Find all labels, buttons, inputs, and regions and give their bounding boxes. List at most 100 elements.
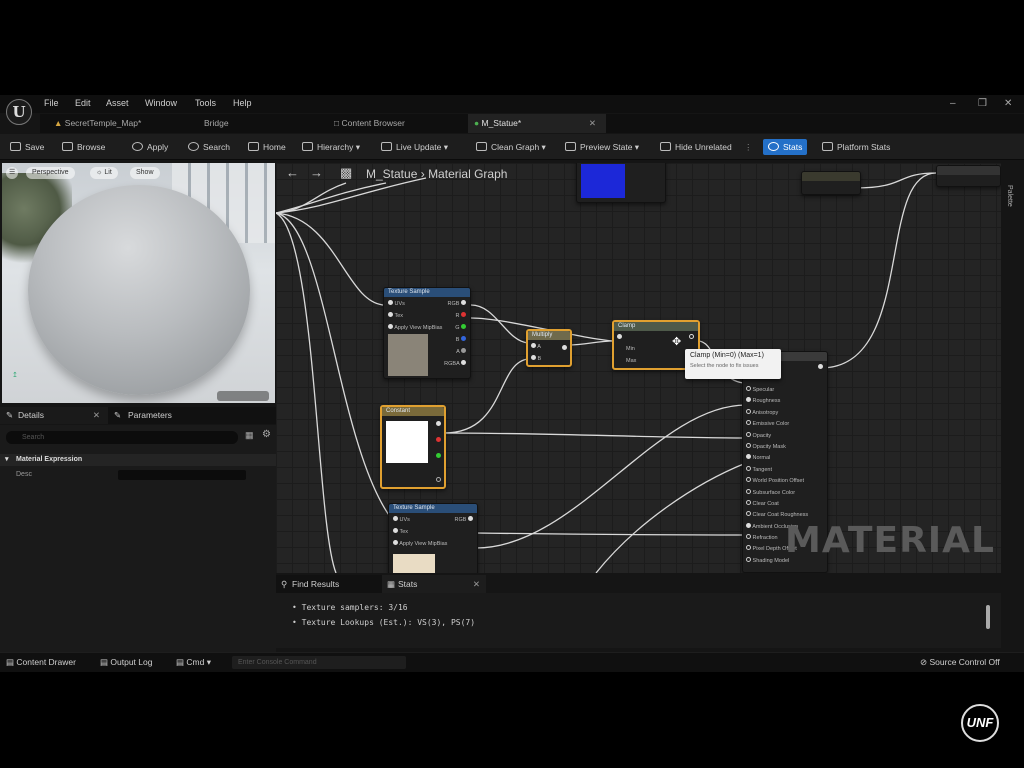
pin-out[interactable] <box>436 437 441 444</box>
pin-r-out[interactable]: R <box>455 312 466 319</box>
apply-button[interactable]: Apply <box>132 139 168 155</box>
pin-out[interactable] <box>436 421 441 428</box>
material-expression-section[interactable]: ▾ Material Expression <box>0 454 276 466</box>
show-button[interactable]: Show <box>130 167 160 179</box>
pin-tex[interactable]: Tex <box>388 312 403 319</box>
breadcrumb-root[interactable]: M_Statue <box>366 167 417 181</box>
menu-asset[interactable]: Asset <box>106 98 129 108</box>
home-button[interactable]: Home <box>248 139 286 155</box>
grid-view-icon[interactable]: ▦ <box>245 430 254 441</box>
desc-property-input[interactable] <box>118 470 246 480</box>
tab-details[interactable]: ✎ Details ✕ <box>0 407 108 424</box>
preview-viewport[interactable]: ☰ Perspective ☼ Lit Show ↥ <box>2 163 275 403</box>
material-graph-canvas[interactable]: ← → ▩ M_Statue › Material Graph Texture … <box>276 163 1001 573</box>
texture-sample-node[interactable]: Texture Sample UVs Tex Apply View MipBia… <box>388 503 478 573</box>
pin-a[interactable]: A <box>531 343 541 350</box>
pin-apply-view-mipbias[interactable]: Apply View MipBias <box>393 540 447 547</box>
perspective-button[interactable]: Perspective <box>26 167 75 179</box>
result-pin[interactable]: Opacity <box>746 431 808 443</box>
result-pin[interactable]: Clear Coat <box>746 499 808 511</box>
close-details-icon[interactable]: ✕ <box>93 407 100 424</box>
pin-min[interactable]: Min <box>626 346 635 352</box>
result-pin[interactable]: Specular <box>746 386 808 397</box>
pin-rgb-out[interactable]: RGB <box>455 516 473 523</box>
result-pin[interactable]: Subsurface Color <box>746 488 808 500</box>
parameter-node[interactable] <box>936 165 1001 187</box>
settings-gear-icon[interactable]: ⚙ <box>262 429 271 440</box>
tab-parameters[interactable]: ✎ Parameters <box>110 407 230 424</box>
result-pin[interactable]: World Position Offset <box>746 477 808 488</box>
preview-shape-buttons[interactable] <box>217 391 269 401</box>
menu-help[interactable]: Help <box>233 98 252 108</box>
tab-stats[interactable]: ▦ Stats ✕ <box>382 575 486 593</box>
close-tab-icon[interactable]: ✕ <box>589 114 596 133</box>
menu-file[interactable]: File <box>44 98 59 108</box>
constant-node[interactable]: Constant <box>380 405 446 489</box>
pin-g-out[interactable]: G <box>455 324 466 331</box>
pin-uvs[interactable]: UVs <box>388 300 405 307</box>
parameter-node[interactable] <box>801 171 861 195</box>
tab-m-statue[interactable]: ● M_Statue* ✕ <box>468 114 606 133</box>
content-drawer-button[interactable]: ▤ Content Drawer <box>6 657 76 668</box>
pin-max[interactable]: Max <box>626 358 636 364</box>
details-search-input[interactable]: Search <box>6 431 238 444</box>
hierarchy-button[interactable]: Hierarchy ▾ <box>302 139 360 155</box>
result-pin[interactable]: Tangent <box>746 465 808 477</box>
search-button[interactable]: Search <box>188 139 230 155</box>
stats-toggle-button[interactable]: Stats <box>763 139 808 155</box>
tab-find-results[interactable]: ⚲ Find Results <box>276 575 380 593</box>
minimize-icon[interactable]: – <box>950 98 956 109</box>
unreal-logo[interactable]: U <box>6 99 32 125</box>
preview-state-button[interactable]: Preview State ▾ <box>565 139 639 155</box>
output-log-button[interactable]: ▤ Output Log <box>100 657 152 668</box>
palette-sidebar[interactable]: Palette <box>1002 163 1020 573</box>
pin-rgba-out[interactable]: RGBA <box>444 360 466 367</box>
menu-window[interactable]: Window <box>145 98 177 108</box>
pin-out[interactable] <box>436 453 441 460</box>
back-arrow-icon[interactable]: ← <box>286 165 299 180</box>
source-control-button[interactable]: ⊘ Source Control Off <box>920 657 1000 668</box>
live-update-button[interactable]: Live Update ▾ <box>381 139 448 155</box>
clean-graph-button[interactable]: Clean Graph ▾ <box>476 139 546 155</box>
hide-unrelated-button[interactable]: Hide Unrelated <box>660 139 732 155</box>
multiply-node[interactable]: Multiply A B <box>526 329 572 367</box>
pin-b[interactable]: B <box>531 355 541 362</box>
graph-grid-icon[interactable]: ▩ <box>340 165 352 181</box>
pin-out[interactable] <box>689 334 694 341</box>
platform-stats-button[interactable]: Platform Stats <box>822 139 890 155</box>
result-pin[interactable]: Roughness <box>746 397 808 408</box>
pin-uvs[interactable]: UVs <box>393 516 410 523</box>
console-command-input[interactable]: Enter Console Command <box>232 656 406 669</box>
result-pin[interactable]: Emissive Color <box>746 420 808 431</box>
menu-tools[interactable]: Tools <box>195 98 216 108</box>
pin-a-out[interactable]: A <box>456 348 466 355</box>
result-pin[interactable]: Anisotropy <box>746 408 808 420</box>
pin-input[interactable] <box>617 334 622 341</box>
pin-rgb-out[interactable]: RGB <box>448 300 466 307</box>
menu-edit[interactable]: Edit <box>75 98 91 108</box>
cmd-dropdown[interactable]: ▤ Cmd ▾ <box>176 657 211 668</box>
pin-out[interactable] <box>818 364 823 371</box>
close-window-icon[interactable]: ✕ <box>1004 98 1012 109</box>
pin-apply-view-mipbias[interactable]: Apply View MipBias <box>388 324 442 331</box>
maximize-icon[interactable]: ❒ <box>978 98 987 109</box>
color-preview-node[interactable] <box>576 163 666 203</box>
texture-sample-node[interactable]: Texture Sample UVs Tex Apply View MipBia… <box>383 287 471 379</box>
pin-out[interactable] <box>436 477 441 484</box>
breadcrumb-current[interactable]: Material Graph <box>428 167 507 181</box>
close-stats-icon[interactable]: ✕ <box>473 575 480 593</box>
pin-out[interactable] <box>562 345 567 352</box>
pin-tex[interactable]: Tex <box>393 528 408 535</box>
stats-scrollbar[interactable] <box>986 605 990 629</box>
forward-arrow-icon[interactable]: → <box>310 165 323 180</box>
tab-secret-temple-map[interactable]: ▲ SecretTemple_Map* <box>48 114 198 133</box>
tab-bridge[interactable]: Bridge <box>198 114 328 133</box>
result-pin[interactable]: Opacity Mask <box>746 442 808 454</box>
pin-b-out[interactable]: B <box>456 336 466 343</box>
tab-content-browser[interactable]: □ Content Browser <box>328 114 468 133</box>
lit-button[interactable]: ☼ Lit <box>90 167 118 179</box>
browse-button[interactable]: Browse <box>62 139 105 155</box>
result-pin[interactable]: Normal <box>746 454 808 465</box>
save-button[interactable]: Save <box>10 139 44 155</box>
more-options-icon[interactable]: ⋮ <box>744 139 753 155</box>
